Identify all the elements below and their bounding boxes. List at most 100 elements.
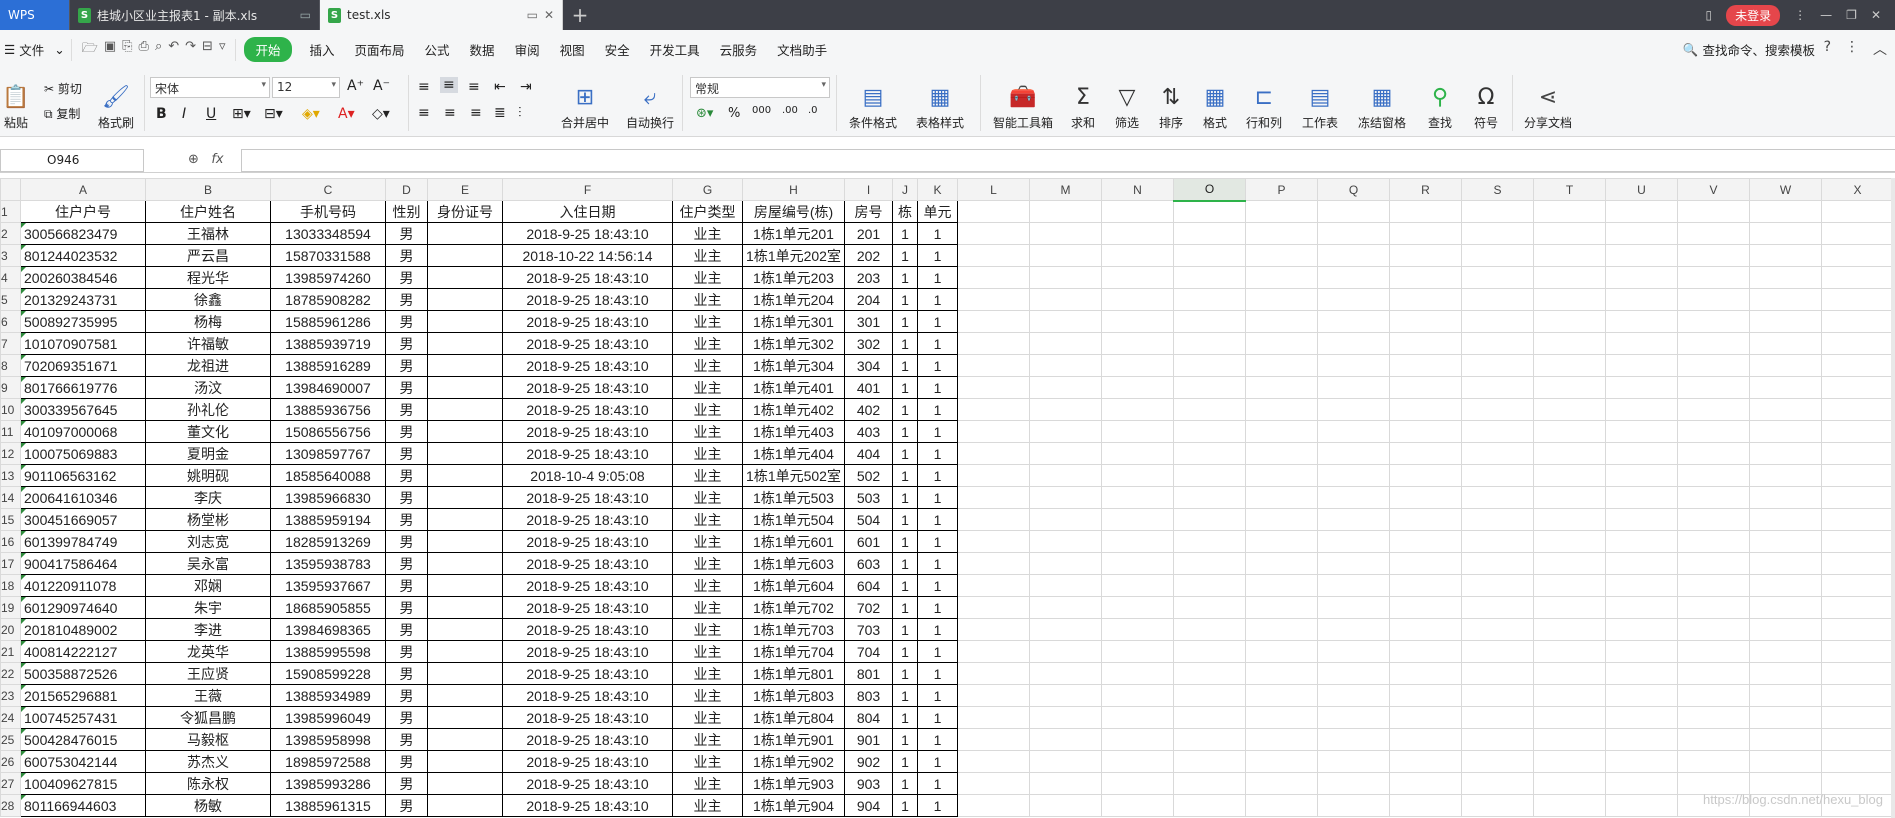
data-cell[interactable]: 男: [386, 531, 428, 553]
empty-cell[interactable]: [1534, 443, 1606, 465]
data-cell[interactable]: 2018-9-25 18:43:10: [503, 575, 673, 597]
data-cell[interactable]: 男: [386, 399, 428, 421]
empty-cell[interactable]: [1678, 707, 1750, 729]
align-center-icon[interactable]: ≡: [444, 105, 456, 121]
data-cell[interactable]: 18785908282: [271, 289, 386, 311]
column-header-j[interactable]: J: [893, 179, 918, 201]
empty-cell[interactable]: [1390, 223, 1462, 245]
formula-input[interactable]: [241, 149, 1895, 172]
menu-dev-tools[interactable]: 开发工具: [640, 40, 710, 59]
empty-cell[interactable]: [1246, 751, 1318, 773]
row-header[interactable]: 6: [1, 311, 21, 333]
data-cell[interactable]: [428, 663, 503, 685]
empty-cell[interactable]: [1030, 355, 1102, 377]
cell-style-icon[interactable]: ⊟▾: [264, 106, 283, 122]
header-cell[interactable]: 身份证号: [428, 201, 503, 223]
empty-cell[interactable]: [1462, 597, 1534, 619]
data-cell[interactable]: 1栋1单元601: [743, 531, 845, 553]
data-cell[interactable]: [428, 333, 503, 355]
empty-cell[interactable]: [1534, 729, 1606, 751]
empty-cell[interactable]: [1678, 509, 1750, 531]
empty-cell[interactable]: [1174, 443, 1246, 465]
empty-cell[interactable]: [1174, 553, 1246, 575]
data-cell[interactable]: 13885959194: [271, 509, 386, 531]
empty-cell[interactable]: [1750, 201, 1822, 223]
empty-cell[interactable]: [1606, 795, 1678, 817]
data-cell[interactable]: 男: [386, 751, 428, 773]
empty-cell[interactable]: [1534, 487, 1606, 509]
data-cell[interactable]: [428, 641, 503, 663]
data-cell[interactable]: 1: [893, 311, 918, 333]
data-cell[interactable]: 男: [386, 729, 428, 751]
column-header-k[interactable]: K: [918, 179, 958, 201]
data-cell[interactable]: 901: [845, 729, 893, 751]
data-cell[interactable]: 1: [893, 267, 918, 289]
column-header-o[interactable]: O: [1174, 179, 1246, 201]
empty-cell[interactable]: [1246, 355, 1318, 377]
data-cell[interactable]: 1栋1单元201: [743, 223, 845, 245]
empty-cell[interactable]: [958, 509, 1030, 531]
data-cell[interactable]: 2018-9-25 18:43:10: [503, 223, 673, 245]
empty-cell[interactable]: [1030, 421, 1102, 443]
empty-cell[interactable]: [958, 553, 1030, 575]
empty-cell[interactable]: [1678, 751, 1750, 773]
data-cell[interactable]: 男: [386, 377, 428, 399]
empty-cell[interactable]: [1246, 773, 1318, 795]
wrap-text-button[interactable]: ⤶ 自动换行: [624, 75, 676, 131]
data-cell[interactable]: 1: [918, 333, 958, 355]
empty-cell[interactable]: [1318, 245, 1390, 267]
empty-cell[interactable]: [1030, 773, 1102, 795]
empty-cell[interactable]: [1606, 399, 1678, 421]
empty-cell[interactable]: [958, 531, 1030, 553]
merge-center-button[interactable]: ⊞ 合并居中: [556, 75, 614, 131]
data-cell[interactable]: [428, 311, 503, 333]
empty-cell[interactable]: [1462, 795, 1534, 817]
data-cell[interactable]: 业主: [673, 355, 743, 377]
empty-cell[interactable]: [1750, 377, 1822, 399]
empty-cell[interactable]: [1462, 443, 1534, 465]
data-cell[interactable]: 601290974640: [21, 597, 146, 619]
data-cell[interactable]: 1: [918, 773, 958, 795]
empty-cell[interactable]: [1390, 597, 1462, 619]
empty-cell[interactable]: [1678, 729, 1750, 751]
thousands-icon[interactable]: 000: [752, 105, 771, 116]
empty-cell[interactable]: [1534, 751, 1606, 773]
column-header-d[interactable]: D: [386, 179, 428, 201]
empty-cell[interactable]: [1678, 377, 1750, 399]
empty-cell[interactable]: [1030, 487, 1102, 509]
empty-cell[interactable]: [1750, 399, 1822, 421]
empty-cell[interactable]: [1246, 597, 1318, 619]
empty-cell[interactable]: [1462, 685, 1534, 707]
empty-cell[interactable]: [958, 289, 1030, 311]
font-size-select[interactable]: 12: [272, 77, 340, 98]
data-cell[interactable]: 男: [386, 223, 428, 245]
empty-cell[interactable]: [1318, 795, 1390, 817]
data-cell[interactable]: [428, 289, 503, 311]
empty-cell[interactable]: [1678, 289, 1750, 311]
data-cell[interactable]: 13985993286: [271, 773, 386, 795]
empty-cell[interactable]: [958, 465, 1030, 487]
empty-cell[interactable]: [958, 355, 1030, 377]
data-cell[interactable]: [428, 465, 503, 487]
data-cell[interactable]: 李庆: [146, 487, 271, 509]
empty-cell[interactable]: [1174, 509, 1246, 531]
data-cell[interactable]: 2018-9-25 18:43:10: [503, 663, 673, 685]
data-cell[interactable]: 903: [845, 773, 893, 795]
empty-cell[interactable]: [1534, 685, 1606, 707]
data-cell[interactable]: 13985974260: [271, 267, 386, 289]
data-cell[interactable]: 13033348594: [271, 223, 386, 245]
empty-cell[interactable]: [1462, 641, 1534, 663]
data-cell[interactable]: 1: [918, 465, 958, 487]
data-cell[interactable]: 1栋1单元504: [743, 509, 845, 531]
data-cell[interactable]: 业主: [673, 597, 743, 619]
data-cell[interactable]: 1: [918, 487, 958, 509]
empty-cell[interactable]: [1174, 289, 1246, 311]
data-cell[interactable]: [428, 267, 503, 289]
empty-cell[interactable]: [1102, 575, 1174, 597]
empty-cell[interactable]: [1822, 245, 1894, 267]
data-cell[interactable]: 男: [386, 553, 428, 575]
data-cell[interactable]: 1栋1单元901: [743, 729, 845, 751]
empty-cell[interactable]: [1822, 223, 1894, 245]
empty-cell[interactable]: [1102, 773, 1174, 795]
empty-cell[interactable]: [1030, 201, 1102, 223]
